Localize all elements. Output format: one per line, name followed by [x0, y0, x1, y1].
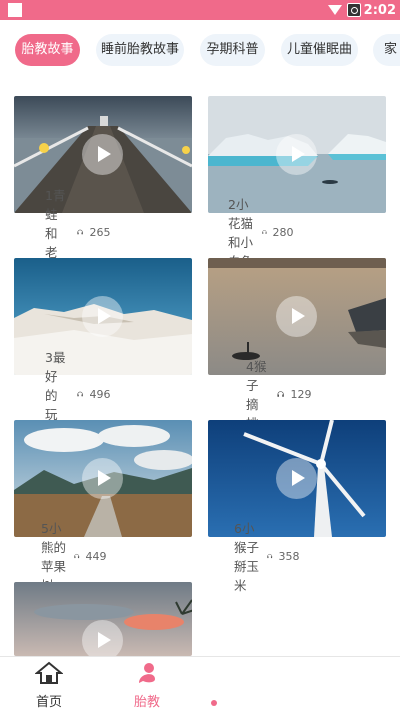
- tab-prenatal-stories[interactable]: 胎教故事: [15, 34, 80, 66]
- headphones-icon: [77, 229, 84, 235]
- story-thumbnail[interactable]: [14, 258, 192, 375]
- play-count: 280: [272, 225, 294, 239]
- story-thumbnail[interactable]: [14, 582, 192, 656]
- story-thumbnail[interactable]: [14, 96, 192, 213]
- status-bar: 2:02: [0, 0, 400, 20]
- play-icon[interactable]: [82, 296, 123, 337]
- play-count: 129: [290, 387, 312, 401]
- home-icon: [34, 661, 64, 684]
- screenshot-icon: [346, 3, 361, 17]
- tab-pregnancy-science[interactable]: 孕期科普: [200, 34, 265, 66]
- play-icon[interactable]: [276, 458, 317, 499]
- tab-lullabies[interactable]: 儿童催眠曲: [281, 34, 358, 66]
- headphones-icon: [261, 230, 267, 234]
- nav-home-label: 首页: [35, 695, 62, 710]
- story-meta: 5小熊的苹果树 449: [41, 521, 107, 593]
- story-meta: 1青蛙和老鼠 265: [45, 188, 111, 279]
- play-count: 358: [278, 549, 300, 563]
- headphones-icon: [267, 553, 273, 559]
- bottom-nav: 首页 胎教: [0, 656, 400, 711]
- tab-more[interactable]: 家: [373, 34, 400, 66]
- category-tabs: 胎教故事 睡前胎教故事 孕期科普 儿童催眠曲 家: [0, 20, 400, 82]
- play-icon[interactable]: [82, 620, 123, 656]
- baby-icon: [139, 663, 155, 683]
- story-title: 6小猴子掰玉米: [234, 521, 260, 593]
- nav-home[interactable]: 首页: [19, 661, 79, 710]
- tab-bedtime-stories[interactable]: 睡前胎教故事: [96, 34, 184, 66]
- headphones-icon: [77, 391, 84, 397]
- story-meta: 2小花猫和小白兔 280: [228, 197, 294, 269]
- play-icon[interactable]: [276, 296, 317, 337]
- play-count: 496: [89, 387, 111, 401]
- nav-prenatal-label: 胎教: [133, 695, 160, 710]
- nav-prenatal[interactable]: 胎教: [117, 661, 177, 710]
- story-meta: 4猴子摘桃 129: [246, 359, 312, 431]
- status-time: 2:02: [363, 2, 396, 18]
- play-count: 265: [89, 225, 111, 239]
- play-icon[interactable]: [82, 134, 123, 175]
- play-count: 449: [85, 549, 107, 563]
- play-icon[interactable]: [276, 134, 317, 175]
- notification-icon: [8, 3, 22, 17]
- story-meta: 6小猴子掰玉米 358: [234, 521, 300, 593]
- story-thumbnail[interactable]: [208, 258, 386, 375]
- wifi-icon: [327, 5, 342, 15]
- story-meta: 3最好的玩具 496: [45, 350, 111, 441]
- flower-icon: [211, 700, 217, 706]
- play-icon[interactable]: [82, 458, 123, 499]
- status-right: 2:02: [327, 2, 396, 18]
- headphones-icon: [277, 391, 285, 397]
- headphones-icon: [74, 553, 80, 559]
